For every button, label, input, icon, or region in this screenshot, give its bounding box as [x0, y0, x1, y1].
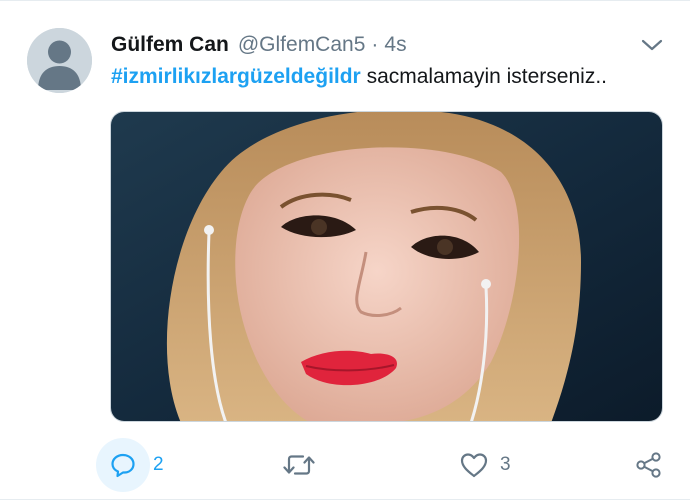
chevron-down-icon — [641, 39, 663, 51]
tweet-body-text: sacmalamayin isterseniz.. — [360, 65, 607, 88]
default-avatar-icon — [27, 28, 92, 93]
author-name[interactable]: Gülfem Can — [111, 31, 229, 59]
divider — [0, 499, 690, 500]
author-handle[interactable]: @GlfemCan5 — [238, 31, 366, 59]
reply-icon — [111, 453, 135, 478]
tweet-card[interactable]: Gülfem Can @GlfemCan5 · 4s #izmirlikızla… — [0, 0, 690, 504]
tweet-timestamp[interactable]: 4s — [384, 31, 406, 59]
hashtag-link[interactable]: #izmirlikızlargüzeldeğildr — [111, 65, 361, 88]
like-count: 3 — [500, 454, 511, 475]
tweet-photo[interactable] — [110, 111, 663, 422]
avatar[interactable] — [27, 28, 92, 93]
tweet-actions: 2 3 — [96, 437, 676, 493]
share-button[interactable] — [634, 450, 664, 480]
retweet-icon — [283, 455, 315, 475]
tweet-text: #izmirlikızlargüzeldeğildr sacmalamayin … — [111, 63, 671, 91]
heart-icon — [460, 453, 488, 478]
selfie-photo — [111, 112, 662, 421]
like-button[interactable]: 3 — [460, 437, 511, 493]
reply-button[interactable]: 2 — [96, 437, 164, 493]
separator-dot: · — [371, 33, 379, 56]
tweet-menu-button[interactable] — [640, 35, 664, 55]
reply-icon-wrap — [96, 438, 150, 492]
retweet-button[interactable] — [282, 451, 316, 479]
tweet-header: Gülfem Can @GlfemCan5 · 4s — [111, 31, 407, 59]
reply-count: 2 — [153, 454, 164, 475]
share-icon — [636, 452, 661, 478]
